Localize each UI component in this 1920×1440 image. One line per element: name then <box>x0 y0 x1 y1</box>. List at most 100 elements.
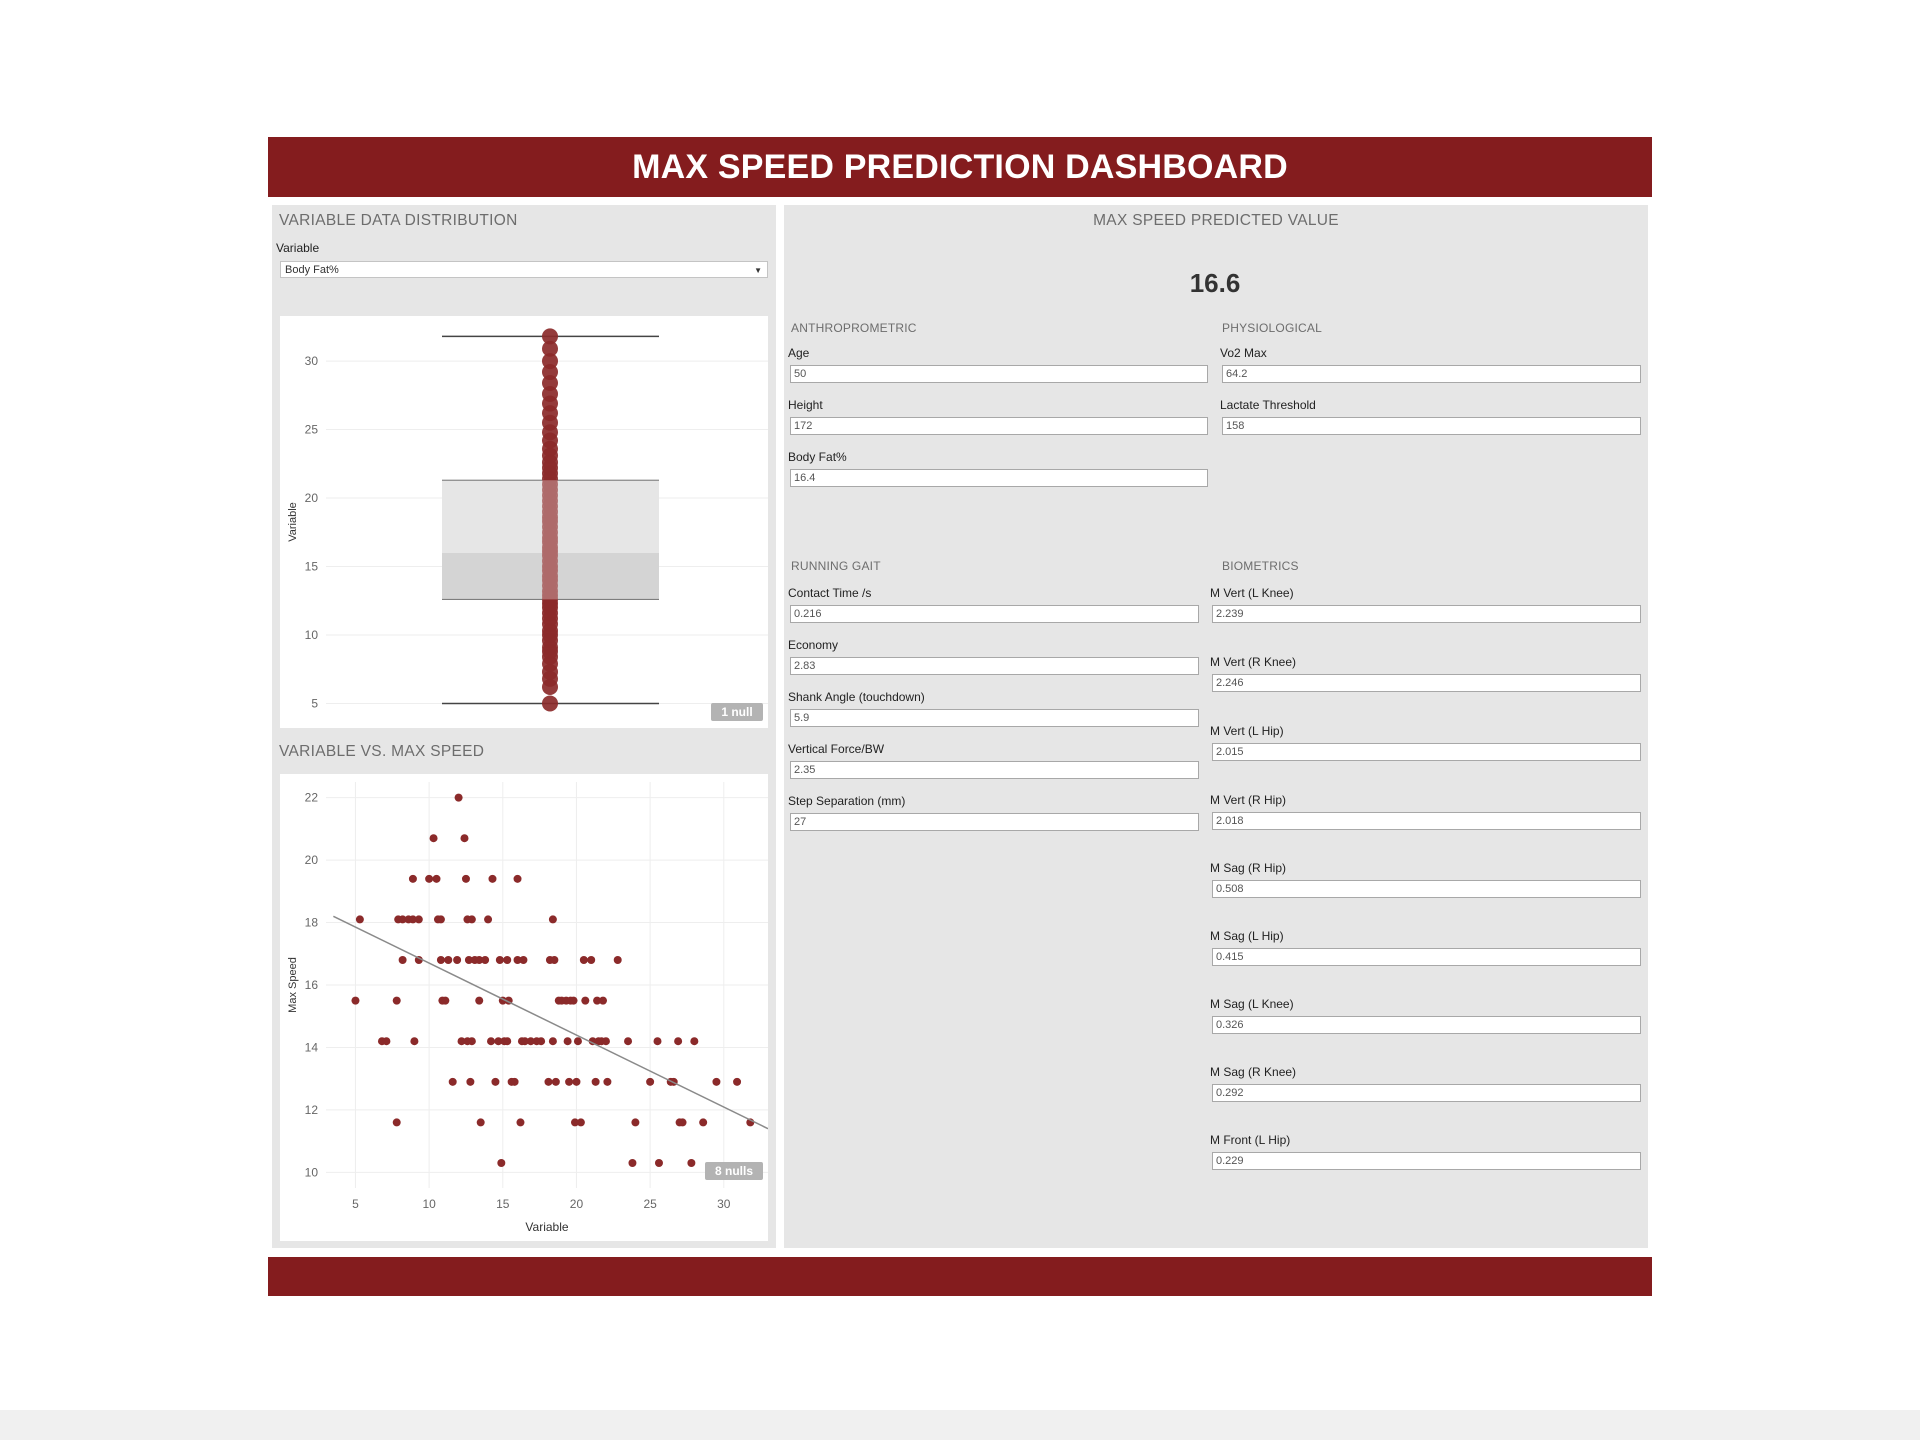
scatter-point <box>699 1118 708 1127</box>
scatter-point <box>579 956 588 965</box>
y-tick-label: 16 <box>305 978 319 992</box>
vertical-force-input[interactable] <box>790 761 1199 779</box>
scatter-point <box>410 1037 419 1046</box>
scatter-point <box>436 915 445 924</box>
y-tick-label: 22 <box>305 791 319 805</box>
height-input[interactable] <box>790 417 1208 435</box>
scatter-svg: 10 12 14 16 18 20 22 5 10 15 20 25 30 Variable Max Spe… <box>287 782 769 1234</box>
economy-input[interactable] <box>790 657 1199 675</box>
shank-angle-input[interactable] <box>790 709 1199 727</box>
scatter-point <box>441 996 450 1005</box>
mfront-lhip-input[interactable] <box>1212 1152 1641 1170</box>
vo2-input[interactable] <box>1222 365 1641 383</box>
mvert-rknee-label: M Vert (R Knee) <box>1210 655 1297 669</box>
chevron-down-icon[interactable]: ▼ <box>754 262 762 279</box>
scatter-title: VARIABLE VS. MAX SPEED <box>279 743 485 760</box>
msag-rhip-input[interactable] <box>1212 880 1641 898</box>
scatter-point <box>355 915 364 924</box>
variable-filter-label: Variable <box>276 241 320 255</box>
step-separation-input[interactable] <box>790 813 1199 831</box>
scatter-chart: 10 12 14 16 18 20 22 5 10 15 20 25 30 Variable Max Spe… <box>280 774 769 1241</box>
y-axis-label: Max Speed <box>287 957 299 1013</box>
scatter-point <box>444 956 453 965</box>
scatter-point <box>653 1037 662 1046</box>
contact-time-input[interactable] <box>790 605 1199 623</box>
scatter-point <box>572 1077 581 1086</box>
group-anthropometric: ANTHROPROMETRIC <box>791 321 917 335</box>
scatter-point <box>733 1077 742 1086</box>
y-tick-label: 15 <box>305 560 319 574</box>
scatter-point <box>461 874 470 883</box>
scatter-point <box>581 996 590 1005</box>
mvert-lknee-input[interactable] <box>1212 605 1641 623</box>
mvert-rhip-label: M Vert (R Hip) <box>1210 793 1287 807</box>
scatter-point <box>408 874 417 883</box>
box-null-badge[interactable]: 1 null <box>711 703 763 721</box>
predicted-title: MAX SPEED PREDICTED VALUE <box>1093 212 1339 229</box>
lactate-label: Lactate Threshold <box>1220 398 1316 412</box>
scatter-point <box>448 1077 457 1086</box>
dashboard-footer <box>268 1257 1652 1296</box>
y-tick-label: 12 <box>305 1103 319 1117</box>
scatter-point <box>591 1077 600 1086</box>
y-tick-label: 30 <box>305 354 319 368</box>
scatter-point <box>654 1159 663 1168</box>
mvert-rhip-input[interactable] <box>1212 812 1641 830</box>
body-fat-input[interactable] <box>790 469 1208 487</box>
scatter-point <box>646 1077 655 1086</box>
scatter-point <box>548 915 557 924</box>
mvert-lknee-label: M Vert (L Knee) <box>1210 586 1294 600</box>
scatter-point <box>631 1118 640 1127</box>
y-tick-label: 20 <box>305 491 319 505</box>
scatter-null-badge[interactable]: 8 nulls <box>705 1162 763 1180</box>
scatter-point <box>613 956 622 965</box>
group-biometrics: BIOMETRICS <box>1222 559 1299 573</box>
variable-dropdown[interactable]: Body Fat% ▼ <box>280 261 768 278</box>
scatter-point <box>712 1077 721 1086</box>
msag-lknee-input[interactable] <box>1212 1016 1641 1034</box>
scatter-point <box>516 1118 525 1127</box>
scatter-point <box>569 996 578 1005</box>
x-tick-label: 20 <box>570 1197 584 1211</box>
lactate-input[interactable] <box>1222 417 1641 435</box>
group-physiological: PHYSIOLOGICAL <box>1222 321 1322 335</box>
scatter-point <box>690 1037 699 1046</box>
scatter-point <box>565 1077 574 1086</box>
scatter-point <box>603 1077 612 1086</box>
msag-rknee-input[interactable] <box>1212 1084 1641 1102</box>
scatter-point <box>544 1077 553 1086</box>
scatter-point <box>548 1037 557 1046</box>
trend-line <box>333 915 769 1130</box>
box-plot-svg: 5 10 15 20 25 30 Variable <box>287 328 768 712</box>
scatter-point <box>382 1037 391 1046</box>
predicted-value: 16.6 <box>1189 268 1241 298</box>
scatter-point <box>678 1118 687 1127</box>
y-tick-label: 25 <box>305 423 319 437</box>
msag-lhip-input[interactable] <box>1212 948 1641 966</box>
msag-lknee-label: M Sag (L Knee) <box>1210 997 1294 1011</box>
variable-dropdown-value: Body Fat% <box>285 264 339 276</box>
mvert-lhip-input[interactable] <box>1212 743 1641 761</box>
age-input[interactable] <box>790 365 1208 383</box>
scatter-point <box>392 996 401 1005</box>
y-tick-label: 14 <box>305 1040 319 1054</box>
scatter-point <box>497 1159 506 1168</box>
x-tick-label: 30 <box>717 1197 731 1211</box>
scatter-point <box>687 1159 696 1168</box>
y-tick-label: 20 <box>305 853 319 867</box>
scatter-point <box>537 1037 546 1046</box>
x-tick-label: 10 <box>422 1197 436 1211</box>
scatter-point <box>481 956 490 965</box>
mvert-rknee-input[interactable] <box>1212 674 1641 692</box>
scatter-point <box>432 874 441 883</box>
scatter-point <box>351 996 360 1005</box>
scatter-point <box>598 996 607 1005</box>
scatter-point <box>503 956 512 965</box>
scatter-point <box>491 1077 500 1086</box>
age-label: Age <box>788 346 810 360</box>
scatter-point <box>476 1118 485 1127</box>
scatter-point <box>436 956 445 965</box>
box-data-point <box>542 695 558 712</box>
scatter-point <box>674 1037 683 1046</box>
y-tick-label: 5 <box>311 696 318 710</box>
